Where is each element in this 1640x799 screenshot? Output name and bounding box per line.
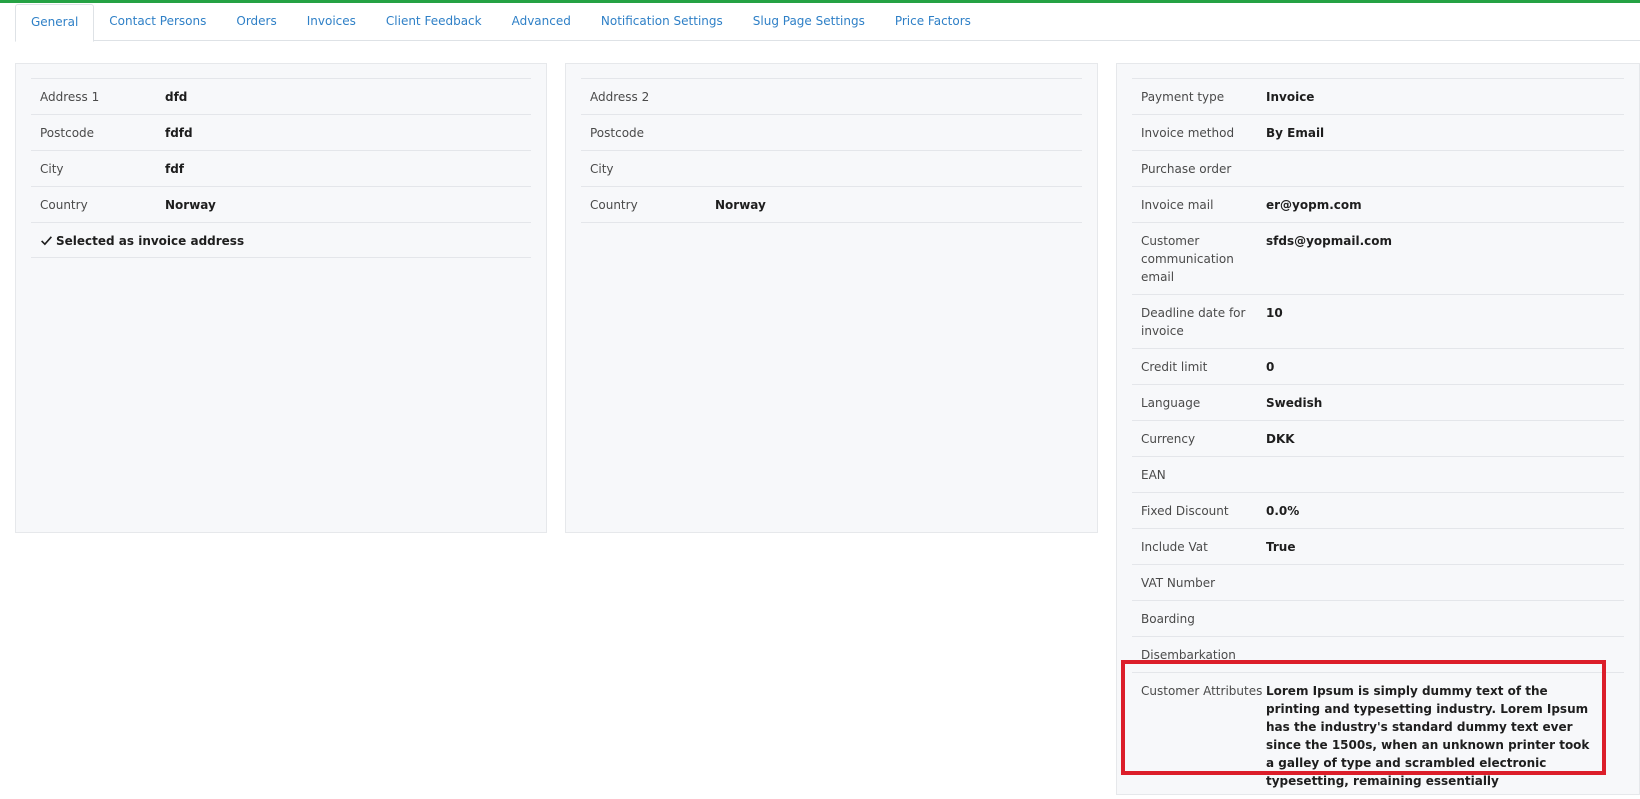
address-2-panel: Address 2 Postcode City Country Norway — [565, 63, 1098, 533]
row-value: Swedish — [1266, 396, 1323, 410]
row-value: sfds@yopmail.com — [1266, 234, 1392, 248]
row-label: Customer communication email — [1141, 234, 1234, 284]
detail-row: Boarding — [1132, 600, 1624, 636]
detail-row: Fixed Discount 0.0% — [1132, 492, 1624, 528]
detail-row: Deadline date for invoice 10 — [1132, 294, 1624, 348]
row-label: Postcode — [40, 126, 95, 140]
detail-row: Credit limit 0 — [1132, 348, 1624, 384]
detail-row: Purchase order — [1132, 150, 1624, 186]
detail-row: Invoice method By Email — [1132, 114, 1624, 150]
detail-row: Currency DKK — [1132, 420, 1624, 456]
detail-row: Include Vat True — [1132, 528, 1624, 564]
row-label: Disembarkation — [1141, 648, 1236, 662]
tab-orders[interactable]: Orders — [221, 4, 291, 41]
row-value: 10 — [1266, 306, 1283, 320]
row-value: Norway — [165, 198, 216, 212]
row-label: Payment type — [1141, 90, 1225, 104]
row-value: DKK — [1266, 432, 1295, 446]
row-value: True — [1266, 540, 1296, 554]
row-label: EAN — [1141, 468, 1166, 482]
detail-row: Address 1 dfd — [31, 78, 531, 114]
row-value: 0 — [1266, 360, 1275, 374]
row-value: By Email — [1266, 126, 1325, 140]
row-value: fdfd — [165, 126, 193, 140]
row-label: Purchase order — [1141, 162, 1232, 176]
row-label: Boarding — [1141, 612, 1195, 626]
invoice-address-label: Selected as invoice address — [56, 233, 245, 248]
row-value: dfd — [165, 90, 188, 104]
row-label: Postcode — [590, 126, 645, 140]
address-1-panel: Address 1 dfd Postcode fdfd City fdf Cou… — [15, 63, 547, 533]
row-label: City — [590, 162, 614, 176]
detail-row: Address 2 — [581, 78, 1082, 114]
invoice-address-row: Selected as invoice address — [31, 222, 531, 258]
detail-row: Payment type Invoice — [1132, 78, 1624, 114]
customer-attributes-label: Customer Attributes — [1141, 684, 1263, 698]
row-value: 0.0% — [1266, 504, 1300, 518]
detail-row: City fdf — [31, 150, 531, 186]
tab-price-factors[interactable]: Price Factors — [880, 4, 986, 41]
row-label: Invoice method — [1141, 126, 1235, 140]
tab-advanced[interactable]: Advanced — [497, 4, 586, 41]
row-label: Country — [590, 198, 638, 212]
row-label: Fixed Discount — [1141, 504, 1229, 518]
row-label: Deadline date for invoice — [1141, 306, 1246, 338]
tab-client-feedback[interactable]: Client Feedback — [371, 4, 497, 41]
row-value: Invoice — [1266, 90, 1315, 104]
row-label: VAT Number — [1141, 576, 1216, 590]
detail-row: Postcode — [581, 114, 1082, 150]
checkmark-icon — [41, 236, 52, 246]
row-label: Currency — [1141, 432, 1196, 446]
invoice-address-indicator: Selected as invoice address — [40, 232, 244, 249]
tab-slug-page-settings[interactable]: Slug Page Settings — [738, 4, 880, 41]
detail-row: VAT Number — [1132, 564, 1624, 600]
tab-bar: General Contact Persons Orders Invoices … — [15, 4, 1640, 42]
billing-panel: Payment type Invoice Invoice method By E… — [1116, 63, 1640, 795]
detail-row: Country Norway — [581, 186, 1082, 223]
tab-invoices[interactable]: Invoices — [292, 4, 371, 41]
row-label: Language — [1141, 396, 1201, 410]
row-label: Address 1 — [40, 90, 100, 104]
tab-contact-persons[interactable]: Contact Persons — [94, 4, 221, 41]
row-value: Norway — [715, 198, 766, 212]
detail-row: Postcode fdfd — [31, 114, 531, 150]
row-label: City — [40, 162, 64, 176]
detail-row: EAN — [1132, 456, 1624, 492]
detail-row: Disembarkation — [1132, 636, 1624, 672]
tab-notification-settings[interactable]: Notification Settings — [586, 4, 738, 41]
detail-row: Invoice mail er@yopm.com — [1132, 186, 1624, 222]
detail-row: Language Swedish — [1132, 384, 1624, 420]
row-label: Invoice mail — [1141, 198, 1214, 212]
row-label: Country — [40, 198, 88, 212]
row-value: er@yopm.com — [1266, 198, 1362, 212]
detail-row: City — [581, 150, 1082, 186]
row-value: fdf — [165, 162, 185, 176]
top-accent-bar — [0, 0, 1640, 3]
row-label: Address 2 — [590, 90, 650, 104]
row-label: Include Vat — [1141, 540, 1208, 554]
row-label: Credit limit — [1141, 360, 1208, 374]
customer-attributes-value: Lorem Ipsum is simply dummy text of the … — [1266, 684, 1590, 788]
detail-row: Customer communication email sfds@yopmai… — [1132, 222, 1624, 294]
detail-row: Country Norway — [31, 186, 531, 222]
tab-general[interactable]: General — [15, 4, 95, 42]
customer-attributes-row: Customer Attributes Lorem Ipsum is simpl… — [1132, 672, 1624, 798]
